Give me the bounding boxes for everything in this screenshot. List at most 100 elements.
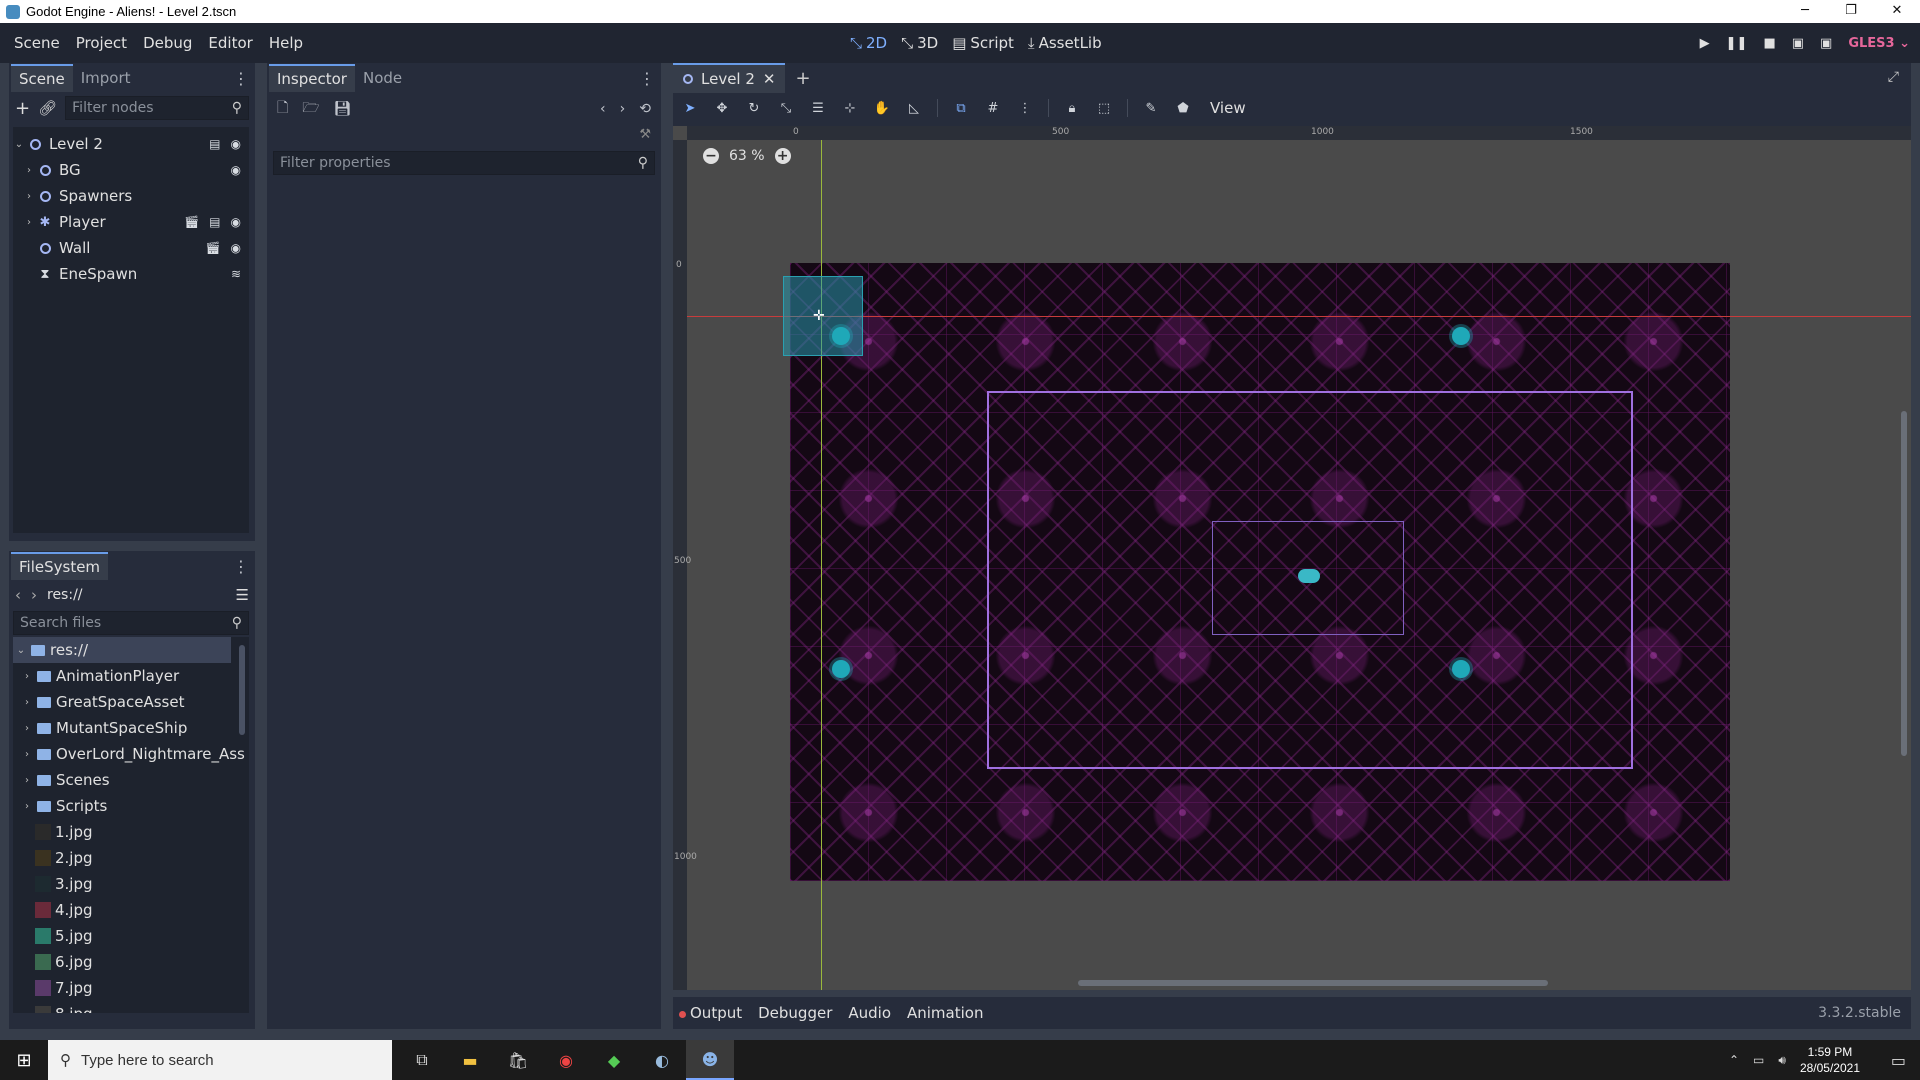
tree-node-bg[interactable]: › BG ◉ [13, 157, 249, 183]
expand-arrow-icon[interactable]: › [21, 749, 33, 760]
workspace-script-button[interactable]: ▤ Script [952, 34, 1014, 52]
fs-item-2-jpg[interactable]: 2.jpg [13, 845, 249, 871]
lock-icon[interactable]: 🔒︎ [1063, 99, 1081, 117]
canvas-viewport[interactable]: 0 500 1000 1500 0 500 1000 ✛ − 63 % + [673, 126, 1911, 990]
collapse-arrow-icon[interactable]: ⌄ [13, 139, 25, 150]
tab-animation[interactable]: Animation [907, 1004, 983, 1022]
menu-project[interactable]: Project [68, 34, 135, 52]
taskbar-search-input[interactable]: ⚲ Type here to search [48, 1040, 392, 1080]
tree-node-player[interactable]: › ✱ Player 🎬︎ ▤ ◉ [13, 209, 249, 235]
save-resource-icon[interactable]: 💾︎ [334, 101, 352, 117]
spawner-icon[interactable] [832, 327, 850, 345]
fs-item-6-jpg[interactable]: 6.jpg [13, 949, 249, 975]
godot-taskbar-icon[interactable]: ☻ [686, 1040, 734, 1080]
tab-filesystem[interactable]: FileSystem [11, 552, 109, 580]
zoom-in-icon[interactable]: + [774, 148, 791, 164]
history-back-icon[interactable]: ‹ [600, 101, 606, 117]
menu-debug[interactable]: Debug [135, 34, 200, 52]
search-files-input[interactable]: Search files ⚲ [13, 611, 249, 635]
expand-arrow-icon[interactable]: › [21, 775, 33, 786]
renderer-select[interactable]: GLES3 ⌄ [1848, 36, 1910, 51]
add-scene-tab-icon[interactable]: + [795, 68, 810, 89]
menu-editor[interactable]: Editor [200, 34, 260, 52]
list-select-icon[interactable]: ☰ [809, 99, 827, 117]
fs-item-res-root[interactable]: ⌄ res:// [13, 637, 231, 663]
history-icon[interactable]: ⟲ [639, 101, 651, 117]
view-menu[interactable]: View [1210, 99, 1246, 117]
fs-item-7-jpg[interactable]: 7.jpg [13, 975, 249, 1001]
viewport-horizontal-scrollbar[interactable] [1078, 980, 1548, 986]
tab-node[interactable]: Node [355, 65, 410, 91]
expand-arrow-icon[interactable]: › [23, 217, 35, 228]
instance-scene-icon[interactable]: 🔗︎ [38, 99, 57, 117]
expand-arrow-icon[interactable]: › [23, 191, 35, 202]
scale-mode-icon[interactable]: ⤡ [777, 99, 795, 117]
expand-arrow-icon[interactable]: › [21, 801, 33, 812]
workspace-3d-button[interactable]: ⤡ 3D [901, 34, 938, 52]
visibility-eye-icon[interactable]: ◉ [231, 241, 241, 255]
app-icon[interactable]: ◆ [590, 1040, 638, 1080]
close-tab-icon[interactable]: ✕ [763, 70, 776, 88]
expand-arrow-icon[interactable]: › [21, 671, 33, 682]
new-resource-icon[interactable]: 🗋︎ [277, 97, 288, 121]
restore-icon[interactable]: ❐ [1828, 0, 1874, 23]
filter-properties-input[interactable]: Filter properties ⚲ [273, 151, 655, 175]
load-resource-icon[interactable]: 🗁︎ [302, 97, 319, 121]
workspace-2d-button[interactable]: ⤡ 2D [850, 34, 887, 52]
notifications-icon[interactable]: ▭ [1891, 1051, 1906, 1070]
tab-import[interactable]: Import [73, 65, 139, 91]
play-custom-scene-icon[interactable]: ▣ [1820, 36, 1832, 51]
scene-dock-menu-icon[interactable]: ⋮ [233, 69, 249, 88]
tab-debugger[interactable]: Debugger [758, 1004, 832, 1022]
spawner-icon[interactable] [1452, 327, 1470, 345]
network-icon[interactable]: ▭ [1753, 1053, 1764, 1067]
fs-item-overlord-nightmare[interactable]: › OverLord_Nightmare_Ass [13, 741, 249, 767]
store-icon[interactable]: 🛍︎ [494, 1040, 542, 1080]
minimize-icon[interactable]: ─ [1782, 0, 1828, 23]
tree-node-wall[interactable]: Wall 🎬︎ ◉ [13, 235, 249, 261]
zoom-level[interactable]: 63 % [729, 148, 765, 164]
tree-node-level-2[interactable]: ⌄ Level 2 ▤ ◉ [13, 131, 249, 157]
script-icon[interactable]: ▤ [209, 215, 220, 229]
chrome-icon[interactable]: ◉ [542, 1040, 590, 1080]
fs-item-3-jpg[interactable]: 3.jpg [13, 871, 249, 897]
pivot-mode-icon[interactable]: ⊹ [841, 99, 859, 117]
zoom-out-icon[interactable]: − [703, 148, 719, 164]
filter-nodes-input[interactable]: Filter nodes ⚲ [65, 96, 249, 120]
skeleton-bone-icon[interactable]: ✎ [1142, 99, 1160, 117]
object-properties-icon[interactable]: ⚒ [639, 127, 651, 142]
group-icon[interactable]: ⬚ [1095, 99, 1113, 117]
path-field[interactable]: res:// [47, 587, 226, 603]
ruler-mode-icon[interactable]: ◺ [905, 99, 923, 117]
distraction-free-icon[interactable]: ⤢ [1888, 69, 1899, 85]
stop-icon[interactable]: ■ [1763, 36, 1775, 51]
steam-icon[interactable]: ◐ [638, 1040, 686, 1080]
scene-tab-level-2[interactable]: Level 2 ✕ [673, 63, 786, 93]
signal-icon[interactable]: ≋ [231, 267, 241, 281]
fs-item-greatspaceasset[interactable]: › GreatSpaceAsset [13, 689, 249, 715]
inspector-menu-icon[interactable]: ⋮ [639, 69, 655, 88]
tab-output[interactable]: Output [679, 1004, 742, 1022]
pan-mode-icon[interactable]: ✋ [873, 99, 891, 117]
filesystem-scrollbar[interactable] [239, 645, 245, 735]
windows-start-icon[interactable]: ⊞ [0, 1040, 48, 1080]
tab-inspector[interactable]: Inspector [269, 64, 355, 92]
tree-node-spawners[interactable]: › Spawners [13, 183, 249, 209]
open-scene-icon[interactable]: 🎬︎ [205, 241, 220, 255]
player-sprite[interactable] [1298, 569, 1320, 583]
menu-scene[interactable]: Scene [6, 34, 68, 52]
play-icon[interactable]: ▶ [1700, 36, 1710, 51]
visibility-eye-icon[interactable]: ◉ [231, 215, 241, 229]
move-mode-icon[interactable]: ✥ [713, 99, 731, 117]
smart-snap-icon[interactable]: ⧉ [952, 99, 970, 117]
fs-item-mutantspaceship[interactable]: › MutantSpaceShip [13, 715, 249, 741]
tree-node-enespawn[interactable]: ⧗ EneSpawn ≋ [13, 261, 249, 287]
viewport-vertical-scrollbar[interactable] [1901, 411, 1907, 756]
visibility-eye-icon[interactable]: ◉ [231, 137, 241, 151]
fs-item-4-jpg[interactable]: 4.jpg [13, 897, 249, 923]
add-node-icon[interactable]: + [15, 98, 30, 119]
tab-audio[interactable]: Audio [848, 1004, 891, 1022]
tab-scene[interactable]: Scene [11, 64, 73, 92]
taskbar-clock[interactable]: 1:59 PM 28/05/2021 [1800, 1044, 1860, 1076]
snap-options-icon[interactable]: ⋮ [1016, 99, 1034, 117]
